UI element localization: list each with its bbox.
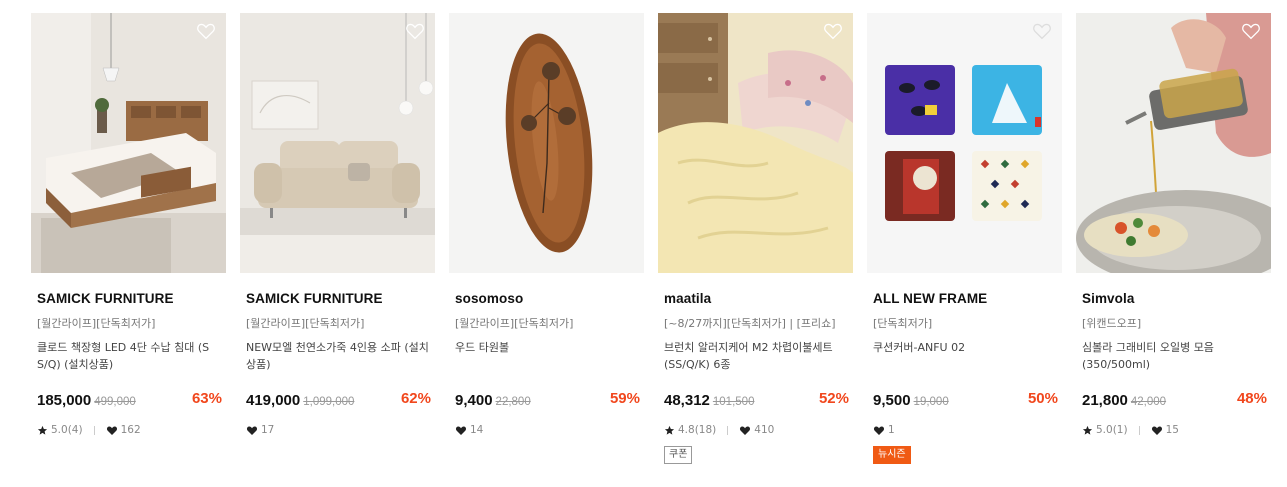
- original-price: 499,000: [94, 396, 136, 408]
- wishlist-heart-icon[interactable]: [196, 22, 216, 40]
- product-image[interactable]: [867, 13, 1062, 273]
- heart-filled-icon: [246, 426, 258, 435]
- product-image[interactable]: [449, 13, 644, 273]
- review-meta: 5.0(1) 15: [1082, 423, 1271, 437]
- heart-filled-icon: [873, 426, 885, 435]
- sale-price: 419,000: [246, 392, 301, 409]
- product-card[interactable]: SAMICK FURNITURE [월간라이프][단독최저가] 클로드 책장형 …: [31, 13, 226, 437]
- review-meta: 17: [246, 423, 435, 437]
- product-card[interactable]: ALL NEW FRAME [단독최저가] 쿠션커버-ANFU 02 9,500…: [867, 13, 1062, 464]
- original-price: 1,099,000: [303, 396, 355, 408]
- badge-row: 뉴시즌: [873, 442, 1062, 464]
- meta-divider: [93, 425, 95, 435]
- promo-tag: [월간라이프][단독최저가]: [246, 317, 365, 330]
- coupon-badge: 쿠폰: [664, 446, 693, 464]
- price-row: 48,312 101,500 52%: [664, 390, 853, 409]
- price-row: 9,500 19,000 50%: [873, 390, 1062, 409]
- meta-divider: [1138, 425, 1140, 435]
- product-card[interactable]: SAMICK FURNITURE [월간라이프][단독최저가] NEW모엘 천연…: [240, 13, 435, 437]
- bedroom-bed-photo: [31, 13, 226, 273]
- star-icon: [664, 425, 675, 435]
- promo-tag: [단독최저가]: [873, 317, 933, 330]
- product-image[interactable]: [658, 13, 853, 273]
- wishlist-heart-icon[interactable]: [405, 22, 425, 40]
- likes-count: 15: [1165, 424, 1179, 436]
- wishlist-heart-icon[interactable]: [823, 22, 843, 40]
- heart-filled-icon: [740, 426, 751, 435]
- discount-rate: 52%: [818, 390, 849, 407]
- heart-filled-icon: [106, 426, 117, 435]
- review-meta: 1: [873, 423, 1062, 437]
- product-card[interactable]: maatila [~8/27까지][단독최저가] | [프리쇼] 브런치 알러지…: [658, 13, 853, 464]
- review-meta: 14: [455, 423, 644, 437]
- discount-rate: 63%: [191, 390, 222, 407]
- discount-rate: 48%: [1236, 390, 1267, 407]
- beige-sofa-photo: [240, 13, 435, 273]
- likes-count: 410: [754, 424, 775, 436]
- review-meta: 4.8(18) 410: [664, 423, 853, 437]
- product-title[interactable]: NEW모엘 천연소가죽 4인용 소파 (설치상품): [246, 339, 431, 373]
- product-image[interactable]: [31, 13, 226, 273]
- brand-name[interactable]: maatila: [664, 291, 853, 306]
- oil-bottle-photo: [1076, 13, 1271, 273]
- discount-rate: 62%: [400, 390, 431, 407]
- promo-tag: [월간라이프][단독최저가]: [37, 317, 156, 330]
- price-row: 185,000 499,000 63%: [37, 390, 226, 409]
- rating-value: 5.0(1): [1096, 424, 1128, 436]
- review-meta: 5.0(4) 162: [37, 423, 226, 437]
- star-icon: [37, 425, 48, 435]
- promo-tag: [월간라이프][단독최저가]: [455, 317, 574, 330]
- yellow-bedding-photo: [658, 13, 853, 273]
- product-card[interactable]: sosomoso [월간라이프][단독최저가] 우드 타원볼 9,400 22,8…: [449, 13, 644, 437]
- heart-filled-icon: [455, 426, 467, 435]
- price-row: 21,800 42,000 48%: [1082, 390, 1271, 409]
- likes-count: 14: [470, 424, 484, 436]
- product-title[interactable]: 쿠션커버-ANFU 02: [873, 339, 1058, 373]
- sale-price: 9,400: [455, 392, 493, 409]
- price-row: 9,400 22,800 59%: [455, 390, 644, 409]
- original-price: 101,500: [712, 396, 755, 408]
- discount-rate: 50%: [1027, 390, 1058, 407]
- original-price: 42,000: [1130, 396, 1167, 408]
- sale-price: 9,500: [873, 392, 911, 409]
- sale-price: 185,000: [37, 392, 92, 409]
- original-price: 19,000: [913, 396, 949, 408]
- sale-price: 21,800: [1082, 392, 1128, 409]
- product-carousel-row: SAMICK FURNITURE [월간라이프][단독최저가] 클로드 책장형 …: [0, 0, 1287, 487]
- wishlist-heart-icon[interactable]: [1241, 22, 1261, 40]
- brand-name[interactable]: Simvola: [1082, 291, 1271, 306]
- product-image[interactable]: [240, 13, 435, 273]
- product-title[interactable]: 심볼라 그래비티 오일병 모음 (350/500ml): [1082, 339, 1267, 373]
- product-title[interactable]: 브런치 알러지케어 M2 차렵이불세트 (SS/Q/K) 6종: [664, 339, 849, 373]
- new-season-badge: 뉴시즌: [873, 446, 911, 464]
- brand-name[interactable]: SAMICK FURNITURE: [37, 291, 226, 306]
- brand-name[interactable]: ALL NEW FRAME: [873, 291, 1062, 306]
- likes-count: 17: [261, 424, 275, 436]
- product-image[interactable]: [1076, 13, 1271, 273]
- star-icon: [1082, 425, 1093, 435]
- product-title[interactable]: 클로드 책장형 LED 4단 수납 침대 (S S/Q) (설치상품): [37, 339, 222, 373]
- wishlist-heart-icon[interactable]: [1032, 22, 1052, 40]
- wood-oval-bowl-photo: [449, 13, 644, 273]
- price-row: 419,000 1,099,000 62%: [246, 390, 435, 409]
- sale-price: 48,312: [664, 392, 710, 409]
- promo-tag: [위캔드오프]: [1082, 317, 1142, 330]
- likes-count: 1: [888, 424, 895, 436]
- rating-value: 4.8(18): [678, 424, 717, 436]
- discount-rate: 59%: [609, 390, 640, 407]
- meta-divider: [727, 425, 729, 435]
- cushion-covers-photo: [867, 13, 1062, 273]
- original-price: 22,800: [495, 396, 531, 408]
- product-card[interactable]: Simvola [위캔드오프] 심볼라 그래비티 오일병 모음 (350/500…: [1076, 13, 1271, 437]
- heart-filled-icon: [1151, 426, 1162, 435]
- rating-value: 5.0(4): [51, 424, 83, 436]
- promo-tag: [~8/27까지][단독최저가] | [프리쇼]: [664, 317, 836, 330]
- product-title[interactable]: 우드 타원볼: [455, 339, 640, 373]
- likes-count: 162: [120, 424, 141, 436]
- brand-name[interactable]: sosomoso: [455, 291, 644, 306]
- badge-row: 쿠폰: [664, 442, 853, 464]
- brand-name[interactable]: SAMICK FURNITURE: [246, 291, 435, 306]
